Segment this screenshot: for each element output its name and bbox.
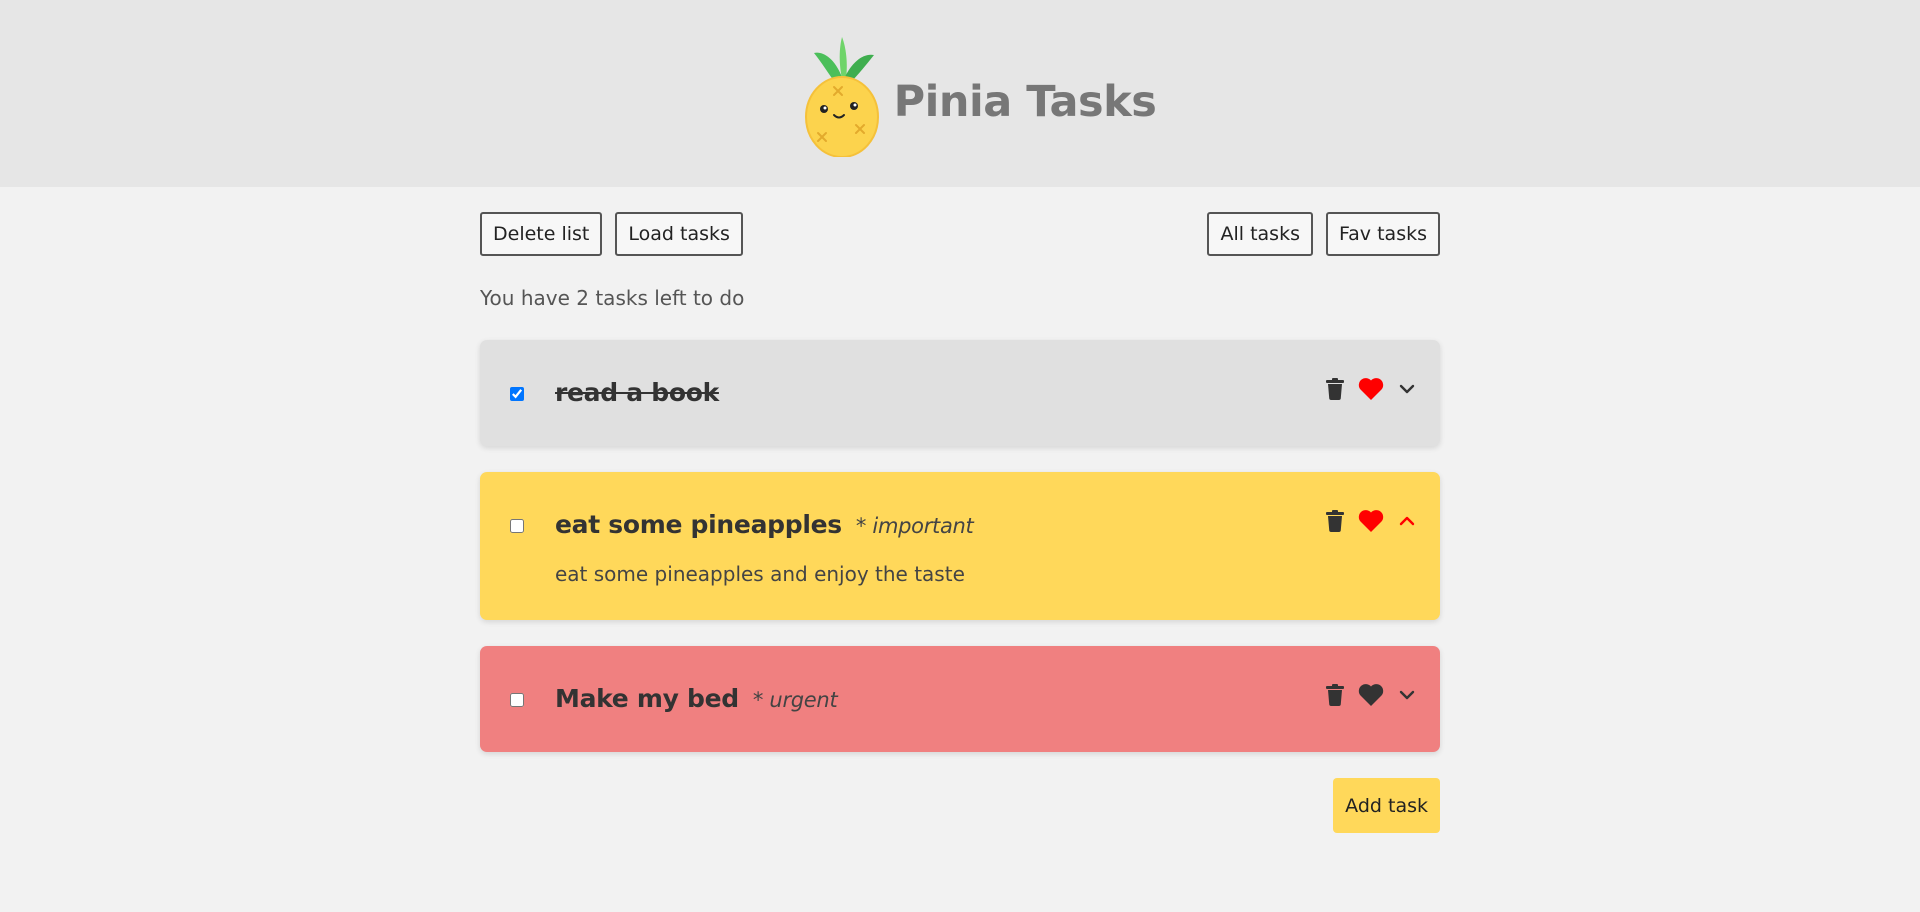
task-description: eat some pineapples and enjoy the taste [555,562,965,586]
heart-icon[interactable] [1358,376,1384,402]
app-title: Pinia Tasks [893,76,1157,127]
task-title: eat some pineapples * important [555,510,974,539]
load-tasks-button[interactable]: Load tasks [615,212,743,256]
trash-icon[interactable] [1322,376,1348,402]
task-title-text: Make my bed [555,684,739,713]
trash-icon[interactable] [1322,682,1348,708]
task-card: Make my bed * urgent [480,646,1440,752]
heart-icon[interactable] [1358,508,1384,534]
task-list: read a book eat some pineapples * importan… [480,340,1440,752]
all-tasks-button[interactable]: All tasks [1207,212,1313,256]
chevron-down-icon[interactable] [1394,376,1420,402]
toolbar: Delete list Load tasks All tasks Fav tas… [480,212,1440,256]
task-complete-checkbox[interactable] [510,693,524,707]
fav-tasks-button[interactable]: Fav tasks [1325,212,1440,256]
task-title-text: eat some pineapples [555,510,842,539]
task-card: eat some pineapples * important eat some p… [480,472,1440,620]
tasks-summary: You have 2 tasks left to do [480,286,745,310]
list-actions: Delete list Load tasks [480,212,743,256]
delete-list-button[interactable]: Delete list [480,212,603,256]
task-actions [1322,682,1420,708]
task-complete-checkbox[interactable] [510,387,524,401]
task-title: Make my bed * urgent [555,684,838,713]
task-title-text: read a book [555,378,719,407]
task-title: read a book [555,378,719,407]
task-actions [1322,508,1420,534]
add-task-button[interactable]: Add task [1333,778,1440,833]
filter-actions: All tasks Fav tasks [1207,212,1440,256]
task-actions [1322,376,1420,402]
app-header: Pinia Tasks [0,0,1920,187]
main-content: Delete list Load tasks All tasks Fav tas… [480,212,1440,833]
trash-icon[interactable] [1322,508,1348,534]
task-card: read a book [480,340,1440,446]
task-complete-checkbox[interactable] [510,519,524,533]
chevron-down-icon[interactable] [1394,682,1420,708]
heart-icon[interactable] [1358,682,1384,708]
task-header: Make my bed * urgent [480,646,1440,752]
task-priority-tag: * important [855,514,974,538]
chevron-up-icon[interactable] [1394,508,1420,534]
footer: Add task [480,778,1440,833]
brand: Pinia Tasks [804,31,1157,157]
task-header: read a book [480,340,1440,446]
pineapple-logo [804,36,879,157]
task-priority-tag: * urgent [752,688,838,712]
